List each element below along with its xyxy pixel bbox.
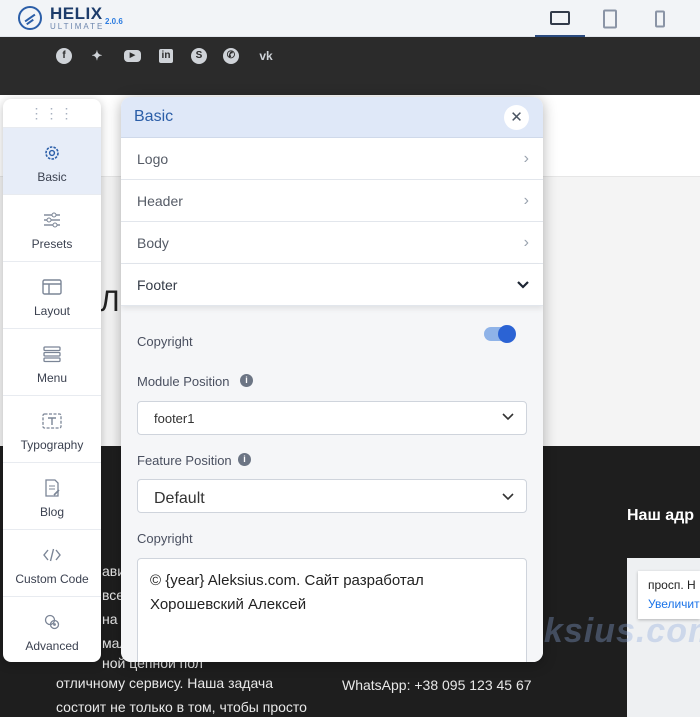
section-label: Footer: [137, 277, 178, 293]
mobile-icon: [655, 10, 665, 27]
whatsapp-icon[interactable]: ✆: [223, 48, 239, 64]
section-body[interactable]: Body ›: [121, 222, 543, 264]
section-footer[interactable]: Footer: [121, 264, 543, 306]
sidebar: ⋮⋮⋮ Basic Presets Layout Menu Typography: [3, 99, 101, 662]
advanced-icon: [42, 613, 62, 633]
blog-icon: [42, 479, 62, 499]
module-position-label: Module Position: [137, 374, 230, 389]
sidebar-item-menu[interactable]: Menu: [3, 328, 101, 395]
section-label: Header: [137, 193, 183, 209]
footer-col1-line: на: [102, 611, 118, 627]
linkedin-icon[interactable]: in: [159, 49, 173, 63]
footer-col1-line: отличному сервису. Наша задача: [56, 675, 273, 691]
desktop-view-button[interactable]: [535, 0, 585, 37]
sidebar-item-label: Basic: [37, 170, 67, 184]
section-label: Body: [137, 235, 169, 251]
chevron-right-icon: ›: [523, 150, 529, 167]
close-button[interactable]: ✕: [504, 105, 529, 130]
twitter-icon[interactable]: ✦: [89, 48, 105, 64]
section-logo[interactable]: Logo ›: [121, 138, 543, 180]
helix-logo-icon: [18, 6, 42, 30]
chevron-down-icon: [502, 410, 514, 425]
info-icon[interactable]: i: [238, 453, 251, 466]
typography-icon: [42, 412, 62, 432]
panel-title: Basic: [134, 108, 174, 125]
drag-handle-icon[interactable]: ⋮⋮⋮: [3, 99, 101, 127]
tablet-icon: [603, 9, 617, 28]
sidebar-item-layout[interactable]: Layout: [3, 261, 101, 328]
section-label: Logo: [137, 151, 169, 167]
footer-address-title: Наш адр: [627, 507, 695, 524]
vk-icon[interactable]: vk: [256, 48, 276, 64]
chevron-down-icon: [517, 278, 529, 293]
mobile-view-button[interactable]: [635, 0, 685, 37]
feature-position-value: Default: [154, 490, 205, 507]
sidebar-item-presets[interactable]: Presets: [3, 194, 101, 261]
footer-whatsapp: WhatsApp: +38 095 123 45 67: [342, 677, 532, 693]
copyright-text-line: © {year} Aleksius.com. Сайт разработал: [150, 572, 424, 589]
copyright-toggle[interactable]: [484, 325, 516, 343]
footer-col1-line: состоит не только в том, чтобы просто: [56, 699, 307, 715]
chevron-right-icon: ›: [523, 192, 529, 209]
sidebar-item-label: Custom Code: [15, 572, 89, 586]
facebook-icon[interactable]: f: [56, 48, 72, 64]
sidebar-item-label: Advanced: [25, 639, 79, 653]
copyright-textarea[interactable]: © {year} Aleksius.com. Сайт разработал Х…: [137, 558, 527, 662]
code-icon: [42, 546, 62, 566]
sidebar-item-typography[interactable]: Typography: [3, 395, 101, 462]
sidebar-item-label: Typography: [20, 438, 84, 452]
chevron-down-icon: [502, 490, 514, 505]
module-position-select[interactable]: footer1: [137, 401, 527, 435]
site-heading: Л: [100, 285, 120, 318]
desktop-icon: [550, 10, 570, 25]
sidebar-item-blog[interactable]: Blog: [3, 462, 101, 529]
copyright-toggle-label: Copyright: [137, 334, 193, 349]
copyright-text-line: Хорошевский Алексей: [150, 596, 307, 613]
copyright-text-label: Copyright: [137, 531, 193, 546]
app-subtitle: ULTIMATE: [50, 22, 105, 31]
panel-header: Basic ✕: [121, 97, 543, 138]
settings-panel: Basic ✕ Logo › Header › Body › Footer Co…: [121, 97, 543, 662]
app-name: HELIX: [50, 4, 103, 23]
sidebar-item-label: Layout: [33, 304, 71, 318]
app-version: 2.0.6: [105, 17, 123, 26]
chevron-right-icon: ›: [523, 234, 529, 251]
youtube-icon[interactable]: ▶: [124, 50, 141, 62]
close-icon: ✕: [510, 109, 523, 126]
feature-position-label: Feature Position: [137, 453, 232, 468]
menu-icon: [42, 345, 62, 365]
sidebar-item-label: Presets: [31, 237, 73, 251]
module-position-value: footer1: [154, 411, 195, 426]
info-icon[interactable]: i: [240, 374, 253, 387]
gear-icon: [42, 144, 62, 164]
map-card-link[interactable]: Увеличит: [648, 597, 700, 611]
sidebar-item-custom-code[interactable]: Custom Code: [3, 529, 101, 596]
layout-icon: [42, 278, 62, 298]
skype-icon[interactable]: S: [191, 48, 207, 64]
sidebar-item-label: Blog: [39, 505, 65, 519]
feature-position-select[interactable]: Default: [137, 479, 527, 513]
sliders-icon: [42, 211, 62, 231]
top-bar: HELIX ULTIMATE 2.0.6: [0, 0, 700, 37]
section-header[interactable]: Header ›: [121, 180, 543, 222]
site-topbar: [0, 37, 700, 95]
sidebar-item-advanced[interactable]: Advanced: [3, 596, 101, 662]
tablet-view-button[interactable]: [585, 0, 635, 37]
sidebar-item-basic[interactable]: Basic: [3, 127, 101, 194]
map-card-title: просп. Н: [648, 578, 696, 592]
sidebar-item-label: Menu: [36, 371, 68, 385]
